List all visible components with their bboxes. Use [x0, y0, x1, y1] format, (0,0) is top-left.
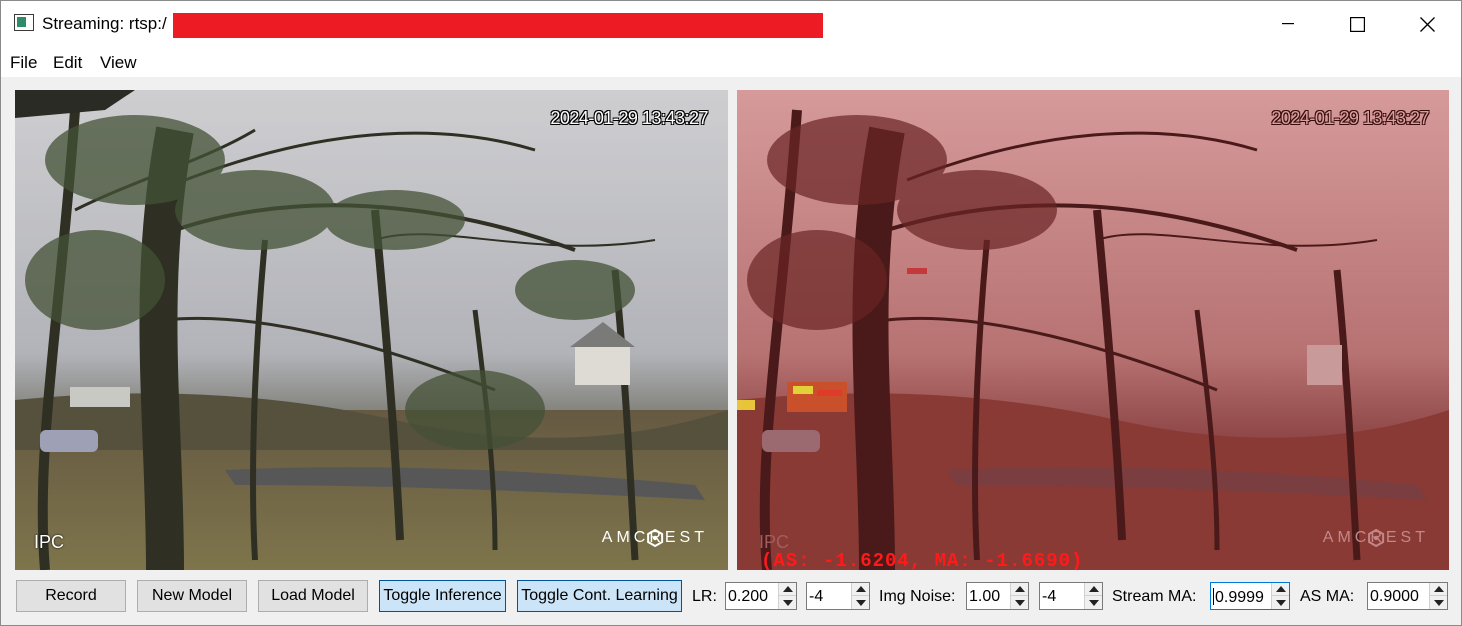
inference-feed: 2024-01-29 13:43:27 IPC AMCREST (AS: -1.…	[737, 90, 1449, 570]
load-model-button[interactable]: Load Model	[258, 580, 368, 612]
spin-up-button[interactable]	[852, 583, 869, 596]
img-noise-label: Img Noise:	[879, 588, 956, 605]
lr-label: LR:	[692, 588, 717, 605]
window-title: Streaming: rtsp:/	[42, 14, 167, 33]
lr-value: 0.200	[728, 588, 769, 605]
chevron-up-icon	[1433, 586, 1444, 592]
chevron-up-icon	[1014, 586, 1025, 592]
camera-brand-watermark: AMCREST	[602, 529, 708, 547]
camera-brand-watermark: AMCREST	[1323, 529, 1429, 547]
inference-image	[737, 90, 1449, 570]
app-window: Streaming: rtsp:/ File Edit View 2024-01…	[0, 0, 1462, 626]
chevron-down-icon	[1088, 599, 1099, 606]
app-icon	[14, 14, 34, 31]
spin-up-button[interactable]	[1085, 583, 1102, 596]
chevron-down-icon	[1275, 599, 1286, 606]
title-bar[interactable]: Streaming: rtsp:/	[1, 1, 1461, 47]
img-noise-exponent-spinbox[interactable]: -4	[1039, 582, 1103, 610]
chevron-up-icon	[782, 586, 793, 592]
chevron-down-icon	[1014, 599, 1025, 606]
record-button[interactable]: Record	[16, 580, 126, 612]
lr-spinbox[interactable]: 0.200	[725, 582, 797, 610]
stream-ma-field: 0.9999	[1213, 588, 1264, 607]
chevron-up-icon	[855, 586, 866, 592]
camera-label: IPC	[34, 532, 65, 552]
spin-down-button[interactable]	[1272, 596, 1289, 609]
spin-up-button[interactable]	[1011, 583, 1028, 596]
maximize-button[interactable]	[1322, 1, 1392, 47]
close-button[interactable]	[1392, 1, 1461, 47]
img-noise-exponent-value: -4	[1042, 588, 1057, 605]
chevron-down-icon	[1433, 599, 1444, 606]
spin-up-button[interactable]	[1430, 583, 1447, 596]
spin-down-button[interactable]	[1011, 596, 1028, 609]
chevron-down-icon	[855, 599, 866, 606]
spin-down-button[interactable]	[1085, 596, 1102, 609]
live-camera-feed: 2024-01-29 13:43:27 IPC AMCREST	[15, 90, 728, 570]
anomaly-score-overlay: (AS: -1.6204, MA: -1.6690)	[761, 550, 1084, 570]
menu-file[interactable]: File	[10, 53, 37, 73]
spin-down-button[interactable]	[1430, 596, 1447, 609]
camera-image	[15, 90, 728, 570]
new-model-button[interactable]: New Model	[137, 580, 247, 612]
amcrest-logo-icon	[1367, 529, 1384, 547]
video-timestamp: 2024-01-29 13:43:27	[550, 108, 708, 128]
spin-up-button[interactable]	[779, 583, 796, 596]
amcrest-logo-icon	[646, 529, 663, 547]
as-ma-value: 0.9000	[1370, 588, 1419, 605]
text-cursor	[1213, 588, 1214, 605]
toggle-cont-learning-button[interactable]: Toggle Cont. Learning	[517, 580, 682, 612]
minimize-icon	[1282, 23, 1294, 25]
img-noise-spinbox[interactable]: 1.00	[966, 582, 1029, 610]
close-icon	[1419, 16, 1435, 32]
lr-exponent-spinbox[interactable]: -4	[806, 582, 870, 610]
menu-bar: File Edit View	[1, 47, 1461, 77]
chevron-up-icon	[1088, 586, 1099, 592]
toggle-inference-button[interactable]: Toggle Inference	[379, 580, 506, 612]
spin-down-button[interactable]	[779, 596, 796, 609]
maximize-icon	[1349, 16, 1365, 32]
menu-view[interactable]: View	[100, 53, 137, 73]
lr-exponent-value: -4	[809, 588, 824, 605]
menu-edit[interactable]: Edit	[53, 53, 82, 73]
stream-ma-spinbox[interactable]: 0.9999	[1210, 582, 1290, 610]
spin-up-button[interactable]	[1272, 583, 1289, 596]
chevron-down-icon	[782, 599, 793, 606]
as-ma-spinbox[interactable]: 0.9000	[1367, 582, 1448, 610]
chevron-up-icon	[1275, 586, 1286, 592]
video-timestamp: 2024-01-29 13:43:27	[1271, 108, 1429, 128]
stream-ma-label: Stream MA:	[1112, 588, 1197, 605]
as-ma-label: AS MA:	[1300, 588, 1355, 605]
spin-down-button[interactable]	[852, 596, 869, 609]
redacted-url	[173, 13, 823, 38]
stream-ma-value: 0.9999	[1215, 589, 1264, 606]
minimize-button[interactable]	[1253, 1, 1323, 47]
img-noise-value: 1.00	[969, 588, 1001, 605]
